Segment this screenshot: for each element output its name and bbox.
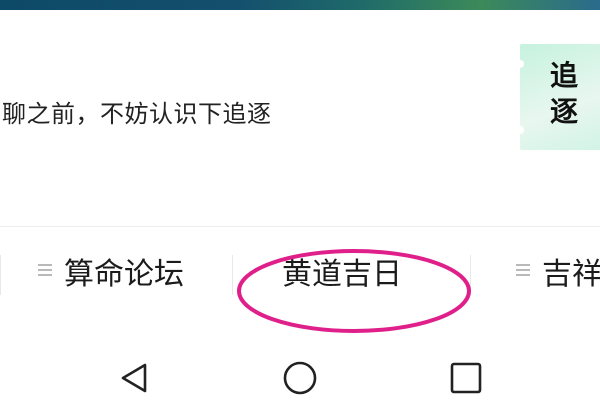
tab-huangdao-jiri[interactable]: 黄道吉日 bbox=[282, 227, 402, 315]
chat-area: 聊之前，不妨认识下追逐 bbox=[0, 10, 600, 226]
tab-separator bbox=[232, 255, 233, 295]
tab-bar: 算命论坛 黄道吉日 吉祥 bbox=[0, 227, 600, 315]
chat-intro-text: 聊之前，不妨认识下追逐 bbox=[2, 100, 272, 128]
tab-label: 算命论坛 bbox=[64, 257, 184, 292]
tab-label: 吉祥 bbox=[542, 257, 600, 292]
nav-back-button[interactable] bbox=[114, 358, 154, 398]
triangle-back-icon bbox=[121, 363, 147, 393]
menu-icon bbox=[516, 262, 530, 280]
menu-icon bbox=[38, 262, 52, 280]
tab-separator bbox=[0, 255, 1, 295]
tab-separator bbox=[470, 255, 471, 295]
tab-jixiang[interactable]: 吉祥 bbox=[516, 227, 600, 315]
nav-home-button[interactable] bbox=[280, 358, 320, 398]
nav-recents-button[interactable] bbox=[446, 358, 486, 398]
circle-home-icon bbox=[283, 361, 317, 395]
tab-label: 黄道吉日 bbox=[282, 257, 402, 292]
system-nav-bar bbox=[0, 338, 600, 400]
top-banner-image bbox=[0, 0, 600, 10]
promo-card[interactable]: 追逐 bbox=[516, 44, 600, 150]
tab-suanming-luntan[interactable]: 算命论坛 bbox=[38, 227, 184, 315]
promo-card-text: 追逐 bbox=[549, 59, 578, 128]
square-recents-icon bbox=[450, 362, 482, 394]
